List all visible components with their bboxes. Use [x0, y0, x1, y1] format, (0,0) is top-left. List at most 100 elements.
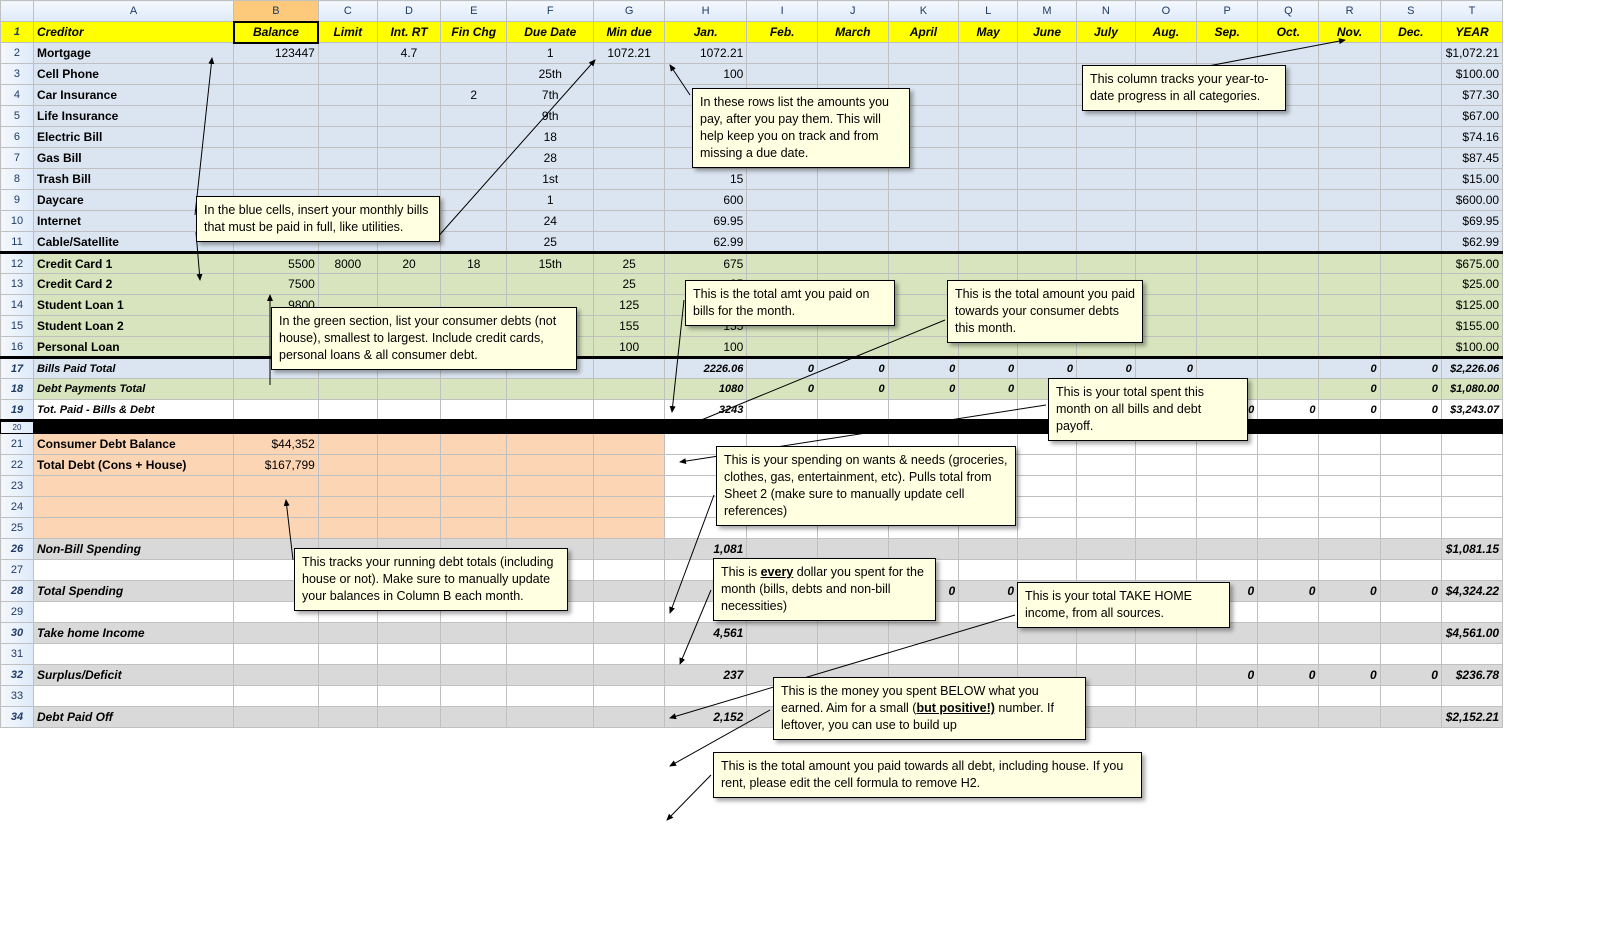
row-header-22[interactable]: 22 — [1, 455, 34, 476]
cell-R15[interactable] — [1319, 316, 1380, 337]
cell-K2[interactable] — [888, 43, 959, 64]
cell-L4[interactable] — [959, 85, 1018, 106]
cell-S26[interactable] — [1380, 539, 1441, 560]
header-sep[interactable]: Sep. — [1197, 22, 1258, 43]
cell-F19[interactable] — [507, 400, 594, 421]
cell-P7[interactable] — [1197, 148, 1258, 169]
row-header-21[interactable]: 21 — [1, 434, 34, 455]
cell-G6[interactable] — [594, 127, 665, 148]
cell-O10[interactable] — [1135, 211, 1196, 232]
cell-R21[interactable] — [1319, 434, 1380, 455]
cell-B25[interactable] — [234, 518, 319, 539]
cell-E8[interactable] — [441, 169, 507, 190]
cell-N27[interactable] — [1076, 560, 1135, 581]
row-header-26[interactable]: 26 — [1, 539, 34, 560]
cell-A19[interactable]: Tot. Paid - Bills & Debt — [33, 400, 233, 421]
cell-G33[interactable] — [594, 686, 665, 707]
cell-E10[interactable] — [441, 211, 507, 232]
cell-O17[interactable]: 0 — [1135, 358, 1196, 379]
cell-L29[interactable] — [959, 602, 1018, 623]
cell-B22[interactable]: $167,799 — [234, 455, 319, 476]
row-header-27[interactable]: 27 — [1, 560, 34, 581]
cell-K30[interactable] — [888, 623, 959, 644]
cell-L28[interactable]: 0 — [959, 581, 1018, 602]
cell-A32[interactable]: Surplus/Deficit — [33, 665, 233, 686]
cell-B4[interactable] — [234, 85, 319, 106]
cell-K9[interactable] — [888, 190, 959, 211]
cell-B6[interactable] — [234, 127, 319, 148]
cell-T34[interactable]: $2,152.21 — [1441, 707, 1502, 728]
cell-D13[interactable] — [377, 274, 441, 295]
cell-T10[interactable]: $69.95 — [1441, 211, 1502, 232]
cell-O33[interactable] — [1135, 686, 1196, 707]
cell-R2[interactable] — [1319, 43, 1380, 64]
cell-M23[interactable] — [1018, 476, 1077, 497]
cell-E6[interactable] — [441, 127, 507, 148]
cell-O8[interactable] — [1135, 169, 1196, 190]
cell-L6[interactable] — [959, 127, 1018, 148]
cell-B19[interactable] — [234, 400, 319, 421]
cell-I9[interactable] — [747, 190, 818, 211]
cell-G15[interactable]: 155 — [594, 316, 665, 337]
col-header-P[interactable]: P — [1197, 1, 1258, 22]
cell-Q13[interactable] — [1258, 274, 1319, 295]
cell-L30[interactable] — [959, 623, 1018, 644]
cell-A14[interactable]: Student Loan 1 — [33, 295, 233, 316]
cell-O7[interactable] — [1135, 148, 1196, 169]
cell-F8[interactable]: 1st — [507, 169, 594, 190]
cell-A28[interactable]: Total Spending — [33, 581, 233, 602]
cell-D33[interactable] — [377, 686, 441, 707]
cell-G18[interactable] — [594, 379, 665, 400]
cell-R17[interactable]: 0 — [1319, 358, 1380, 379]
cell-S16[interactable] — [1380, 337, 1441, 358]
cell-B33[interactable] — [234, 686, 319, 707]
header-finchg[interactable]: Fin Chg — [441, 22, 507, 43]
cell-A4[interactable]: Car Insurance — [33, 85, 233, 106]
cell-M5[interactable] — [1018, 106, 1077, 127]
cell-P16[interactable] — [1197, 337, 1258, 358]
cell-D12[interactable]: 20 — [377, 253, 441, 274]
cell-F33[interactable] — [507, 686, 594, 707]
cell-L27[interactable] — [959, 560, 1018, 581]
cell-O23[interactable] — [1135, 476, 1196, 497]
row-header-33[interactable]: 33 — [1, 686, 34, 707]
cell-F3[interactable]: 25th — [507, 64, 594, 85]
cell-N9[interactable] — [1076, 190, 1135, 211]
cell-I10[interactable] — [747, 211, 818, 232]
cell-F31[interactable] — [507, 644, 594, 665]
cell-B24[interactable] — [234, 497, 319, 518]
cell-R28[interactable]: 0 — [1319, 581, 1380, 602]
header-july[interactable]: July — [1076, 22, 1135, 43]
col-header-K[interactable]: K — [888, 1, 959, 22]
cell-H17[interactable]: 2226.06 — [664, 358, 746, 379]
cell-R12[interactable] — [1319, 253, 1380, 274]
cell-R11[interactable] — [1319, 232, 1380, 253]
cell-T13[interactable]: $25.00 — [1441, 274, 1502, 295]
cell-P25[interactable] — [1197, 518, 1258, 539]
cell-R16[interactable] — [1319, 337, 1380, 358]
cell-D32[interactable] — [377, 665, 441, 686]
cell-S24[interactable] — [1380, 497, 1441, 518]
cell-O24[interactable] — [1135, 497, 1196, 518]
cell-D22[interactable] — [377, 455, 441, 476]
cell-N2[interactable] — [1076, 43, 1135, 64]
header-nov[interactable]: Nov. — [1319, 22, 1380, 43]
cell-S11[interactable] — [1380, 232, 1441, 253]
col-header-Q[interactable]: Q — [1258, 1, 1319, 22]
cell-E5[interactable] — [441, 106, 507, 127]
cell-J9[interactable] — [817, 190, 888, 211]
cell-S14[interactable] — [1380, 295, 1441, 316]
cell-I31[interactable] — [747, 644, 818, 665]
cell-T31[interactable] — [1441, 644, 1502, 665]
header-limit[interactable]: Limit — [318, 22, 377, 43]
cell-J17[interactable]: 0 — [817, 358, 888, 379]
cell-O6[interactable] — [1135, 127, 1196, 148]
cell-G12[interactable]: 25 — [594, 253, 665, 274]
cell-J19[interactable] — [817, 400, 888, 421]
cell-E24[interactable] — [441, 497, 507, 518]
cell-F30[interactable] — [507, 623, 594, 644]
cell-G19[interactable] — [594, 400, 665, 421]
col-header-R[interactable]: R — [1319, 1, 1380, 22]
col-header-M[interactable]: M — [1018, 1, 1077, 22]
cell-F10[interactable]: 24 — [507, 211, 594, 232]
